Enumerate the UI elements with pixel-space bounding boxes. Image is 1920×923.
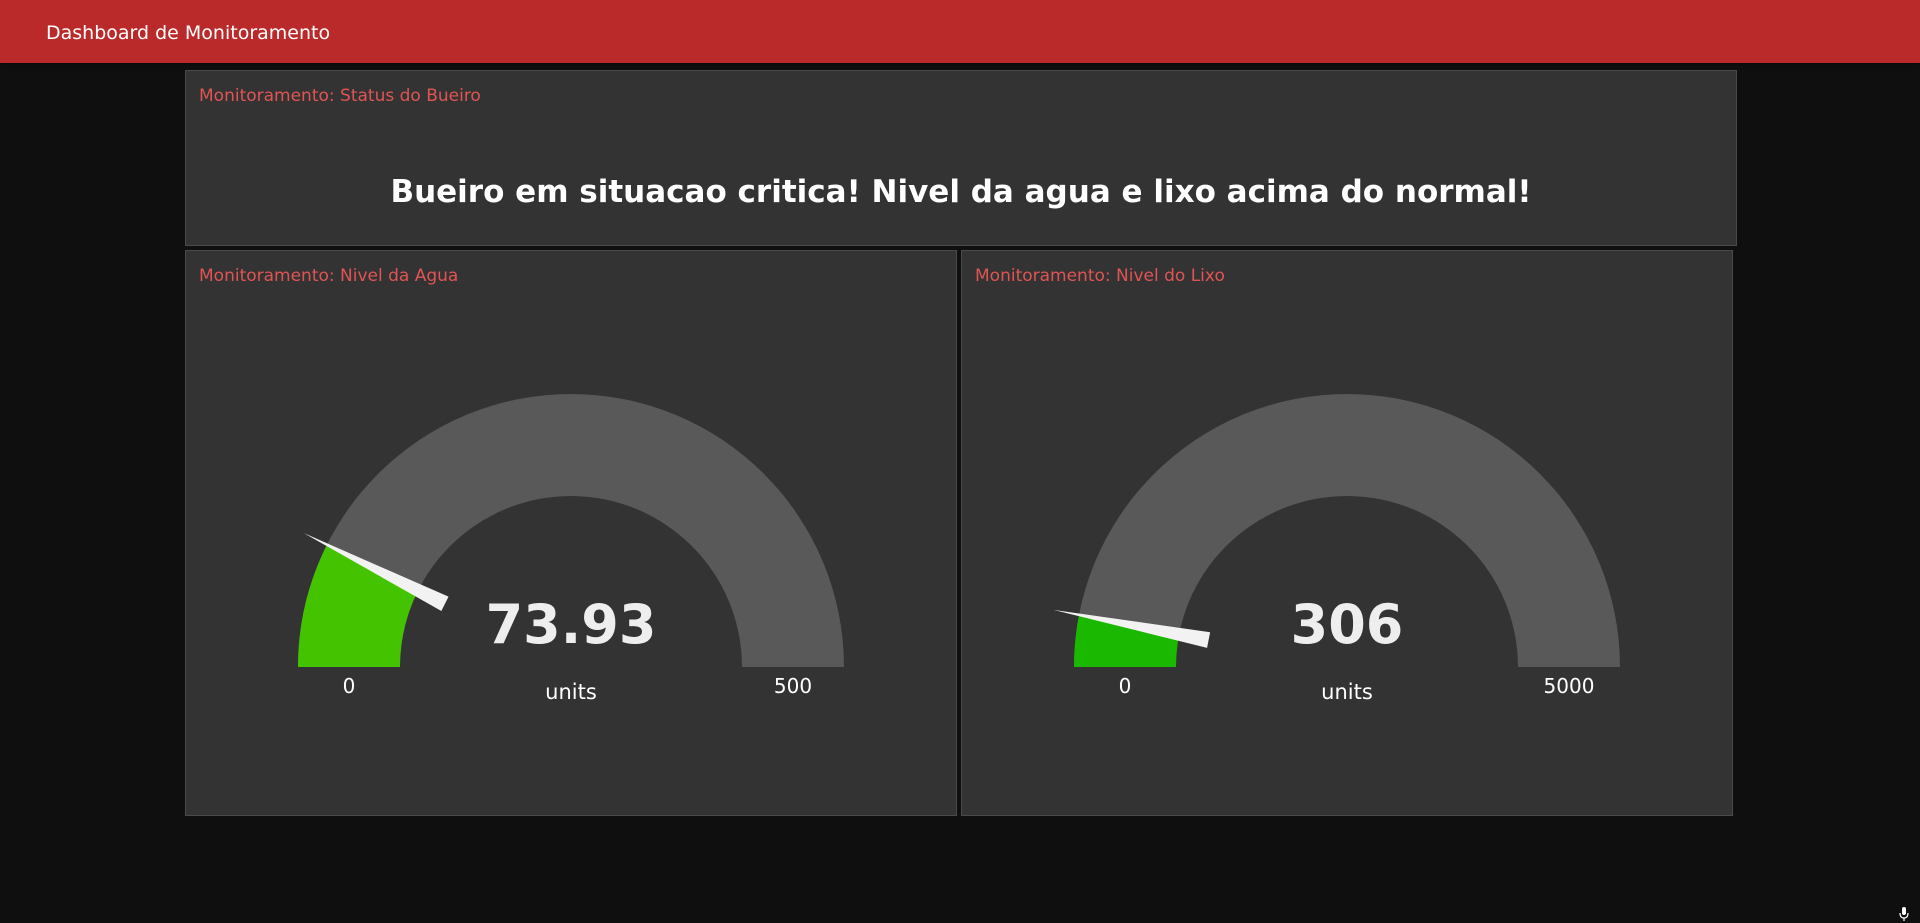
gauge-min-label: 0 xyxy=(343,674,356,698)
trash-level-card: Monitoramento: Nivel do Lixo 306 units 0… xyxy=(961,250,1733,816)
gauge-units: units xyxy=(545,680,597,704)
microphone-icon xyxy=(1899,907,1909,921)
gauge-max-label: 500 xyxy=(774,674,812,698)
gauge-value: 306 xyxy=(1291,593,1404,656)
gauge-units: units xyxy=(1321,680,1373,704)
trash-level-gauge: 306 units 0 5000 xyxy=(1053,394,1620,704)
dashboard-title: Dashboard de Monitoramento xyxy=(46,22,331,44)
gauge-value: 73.93 xyxy=(486,593,657,656)
status-card-title: Monitoramento: Status do Bueiro xyxy=(199,86,481,106)
gauge-max-label: 5000 xyxy=(1544,674,1595,698)
app-header: Dashboard de Monitoramento xyxy=(0,0,1920,63)
status-card: Monitoramento: Status do Bueiro Bueiro e… xyxy=(185,70,1737,246)
gauge-min-label: 0 xyxy=(1119,674,1132,698)
water-level-gauge: 73.93 units 0 500 xyxy=(298,394,844,704)
status-message: Bueiro em situacao critica! Nivel da agu… xyxy=(390,174,1532,210)
water-level-card: Monitoramento: Nivel da Agua 73.93 units… xyxy=(185,250,957,816)
